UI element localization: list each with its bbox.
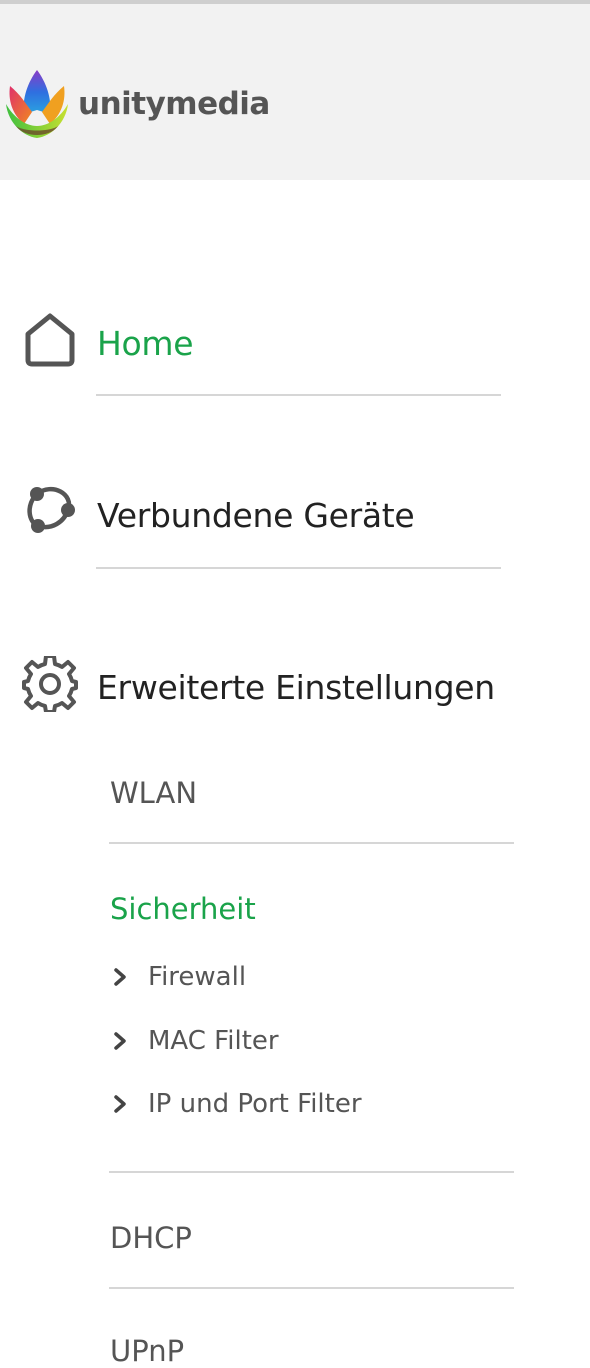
home-icon: [25, 313, 75, 367]
brand-logo[interactable]: unitymedia: [2, 64, 270, 144]
submenu-item-wlan[interactable]: WLAN: [110, 776, 197, 810]
submenu-item-upnp[interactable]: UPnP: [110, 1334, 184, 1368]
divider: [109, 1287, 514, 1289]
unitymedia-logo-icon: [6, 70, 68, 138]
submenu-child-label: IP und Port Filter: [148, 1089, 362, 1119]
chevron-right-icon: [114, 1095, 126, 1113]
network-icon: [27, 486, 75, 533]
nav-item-connected-devices[interactable]: Verbundene Geräte: [0, 484, 590, 544]
nav-label-connected-devices: Verbundene Geräte: [97, 496, 415, 535]
chevron-right-icon: [114, 968, 126, 986]
submenu-child-label: MAC Filter: [148, 1026, 279, 1056]
submenu-child-mac-filter[interactable]: MAC Filter: [110, 1021, 279, 1061]
divider: [96, 394, 501, 396]
nav-item-home[interactable]: Home: [0, 312, 590, 372]
chevron-right-icon: [114, 1032, 126, 1050]
app-header: unitymedia: [0, 4, 590, 180]
divider: [96, 567, 501, 569]
submenu-item-dhcp[interactable]: DHCP: [110, 1221, 192, 1255]
divider: [109, 1171, 514, 1173]
brand-name: unitymedia: [78, 86, 270, 122]
nav-label-advanced-settings: Erweiterte Einstellungen: [97, 668, 495, 707]
submenu-item-security[interactable]: Sicherheit: [110, 892, 256, 926]
gear-icon: [22, 656, 78, 712]
submenu-child-label: Firewall: [148, 962, 247, 992]
divider: [109, 842, 514, 844]
nav-label-home: Home: [97, 324, 194, 363]
submenu-child-firewall[interactable]: Firewall: [110, 957, 246, 997]
nav-item-advanced-settings[interactable]: Erweiterte Einstellungen: [0, 656, 590, 716]
submenu-child-ip-port-filter[interactable]: IP und Port Filter: [110, 1084, 362, 1124]
